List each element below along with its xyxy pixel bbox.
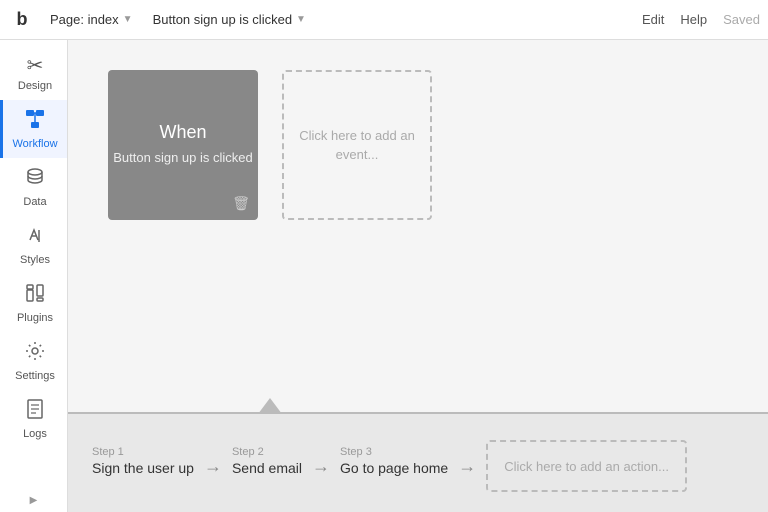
help-button[interactable]: Help [680,12,707,27]
sidebar: ✂ Design Workflow [0,40,68,512]
design-icon: ✂ [27,56,44,76]
settings-label: Settings [15,370,55,382]
sidebar-item-styles[interactable]: Styles [0,216,67,274]
step-1[interactable]: Step 1 Sign the user up [92,446,194,476]
steps-row: Step 1 Sign the user up → Step 2 Send em… [92,426,744,500]
logs-icon [24,398,46,424]
styles-label: Styles [20,254,50,266]
sidebar-item-settings[interactable]: Settings [0,332,67,390]
settings-icon [24,340,46,366]
plugins-label: Plugins [17,312,53,324]
step-3-number: Step 3 [340,446,448,458]
event-label: Button sign up is clicked [153,12,292,27]
event-chevron-icon: ▼ [296,14,306,25]
steps-bar: Step 1 Sign the user up → Step 2 Send em… [68,412,768,512]
page-selector[interactable]: Page: index ▼ [44,8,139,31]
step-1-number: Step 1 [92,446,194,458]
add-event-card[interactable]: Click here to add an event... [282,70,432,220]
step-arrow-3: → [458,456,476,477]
topbar: b Page: index ▼ Button sign up is clicke… [0,0,768,40]
design-label: Design [18,80,52,92]
steps-arrow [258,398,282,414]
plugins-icon [24,282,46,308]
step-arrow-1: → [204,456,222,477]
app-logo: b [8,6,36,34]
sidebar-item-design[interactable]: ✂ Design [0,48,67,100]
saved-status: Saved [723,12,760,27]
main-layout: ✂ Design Workflow [0,40,768,512]
trigger-card[interactable]: When Button sign up is clicked 🗑 [108,70,258,220]
add-event-label: Click here to add an event... [284,126,430,165]
event-selector[interactable]: Button sign up is clicked ▼ [147,8,638,31]
step-2-number: Step 2 [232,446,302,458]
data-label: Data [23,196,46,208]
step-1-name: Sign the user up [92,460,194,476]
trigger-event-text: Button sign up is clicked [113,149,252,167]
page-label: Page: index [50,12,119,27]
step-2[interactable]: Step 2 Send email [232,446,302,476]
add-action-card[interactable]: Click here to add an action... [486,440,687,492]
topbar-actions: Edit Help Saved [642,12,760,27]
step-arrow-2: → [312,456,330,477]
step-3[interactable]: Step 3 Go to page home [340,446,448,476]
logs-label: Logs [23,428,47,440]
sidebar-expand[interactable]: ▶ [26,492,42,508]
step-3-name: Go to page home [340,460,448,476]
workflow-icon [24,108,46,134]
data-icon [24,166,46,192]
canvas: When Button sign up is clicked 🗑 Click h… [68,40,768,512]
sidebar-item-plugins[interactable]: Plugins [0,274,67,332]
sidebar-item-data[interactable]: Data [0,158,67,216]
sidebar-item-workflow[interactable]: Workflow [0,100,67,158]
edit-button[interactable]: Edit [642,12,664,27]
step-2-name: Send email [232,460,302,476]
sidebar-item-logs[interactable]: Logs [0,390,67,448]
delete-trigger-icon[interactable]: 🗑 [232,195,250,212]
add-action-label: Click here to add an action... [504,459,669,474]
trigger-area: When Button sign up is clicked 🗑 Click h… [68,40,768,412]
page-chevron-icon: ▼ [123,14,133,25]
trigger-when-label: When [159,122,206,143]
styles-icon [24,224,46,250]
workflow-label: Workflow [12,138,57,150]
